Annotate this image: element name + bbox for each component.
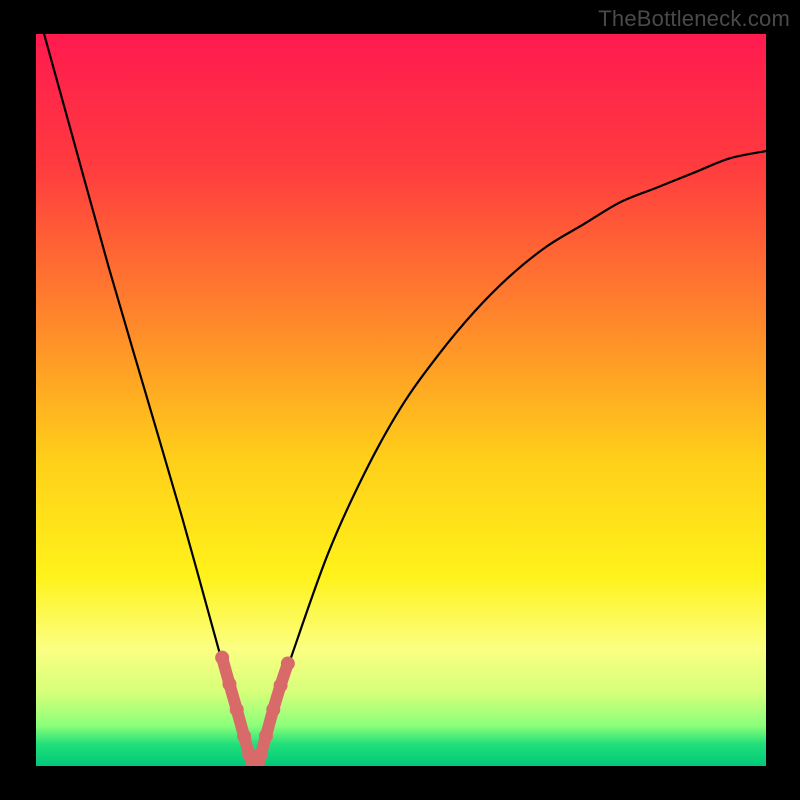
optimal-dip-dot (274, 678, 288, 692)
optimal-dip-dot (222, 677, 236, 691)
bottleneck-chart (0, 0, 800, 800)
optimal-dip-dot (230, 703, 244, 717)
optimal-dip-dot (215, 651, 229, 665)
watermark-text: TheBottleneck.com (598, 6, 790, 32)
optimal-dip-dot (259, 729, 273, 743)
chart-stage: TheBottleneck.com (0, 0, 800, 800)
optimal-dip-dot (266, 703, 280, 717)
optimal-dip-dot (281, 657, 295, 671)
plot-background (36, 34, 766, 766)
optimal-dip-dot (254, 747, 268, 761)
optimal-dip-dot (237, 729, 251, 743)
